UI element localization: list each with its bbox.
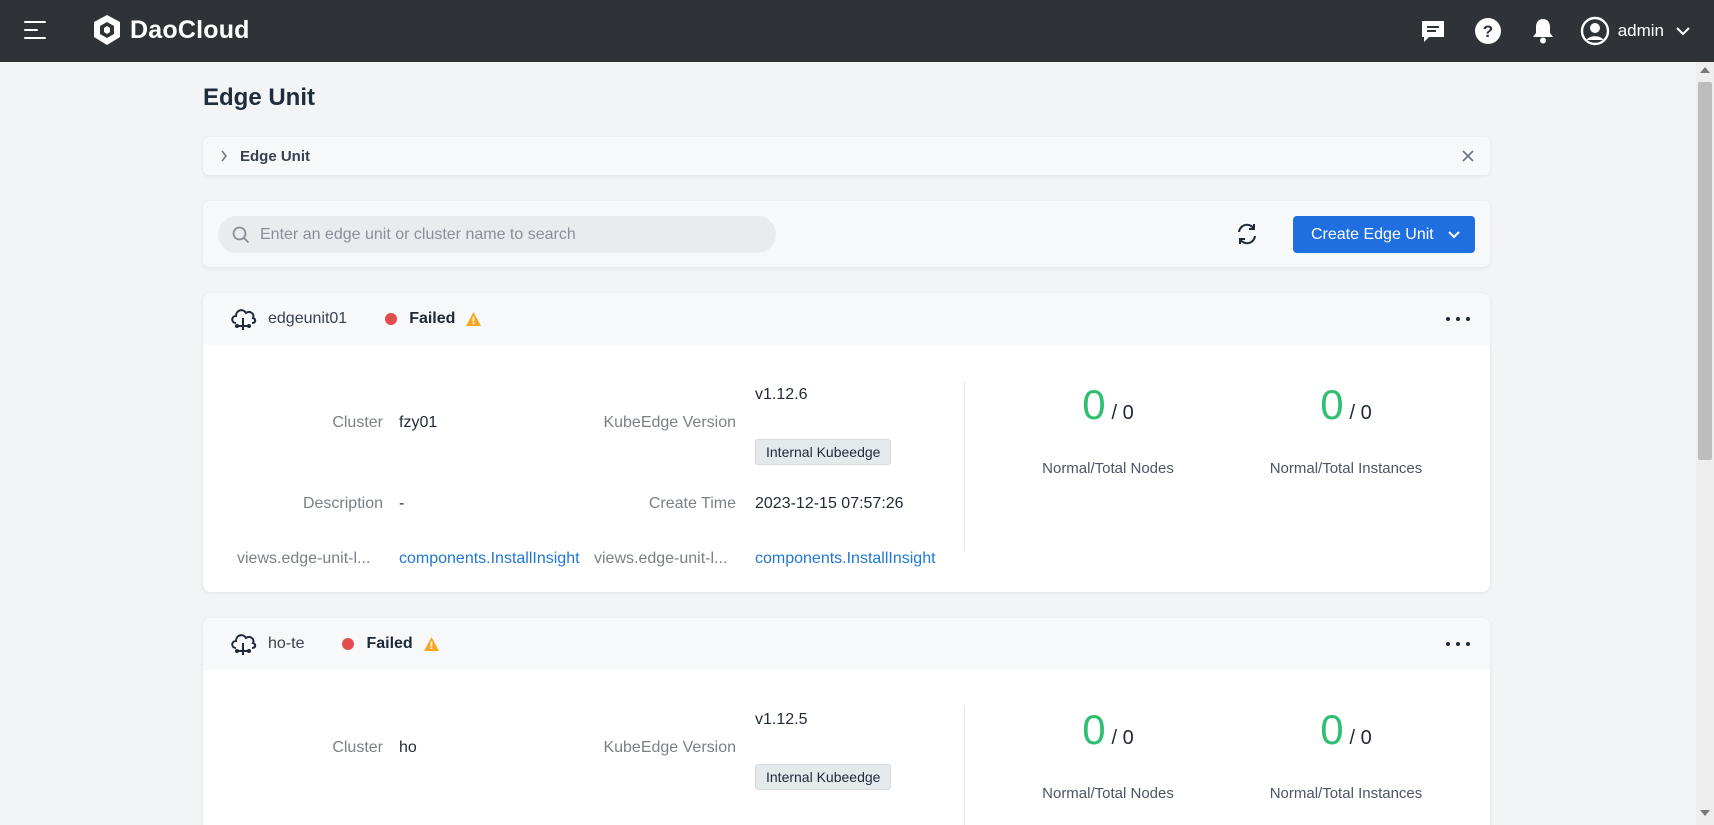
normal-nodes-count: 0 [1082,706,1106,753]
normal-nodes-count: 0 [1082,381,1106,428]
install-insight-link[interactable]: components.InstallInsight [399,550,585,568]
help-icon[interactable]: ? [1473,16,1503,46]
breadcrumb: Edge Unit [203,137,1490,175]
status-badge: Failed [366,635,413,652]
total-instances-count: / 0 [1349,727,1372,749]
cluster-value: fzy01 [399,414,438,431]
message-icon[interactable] [1418,16,1448,46]
user-menu[interactable]: admin [1580,16,1690,46]
instances-metric-label: Normal/Total Instances [1269,460,1423,477]
close-icon[interactable] [1460,148,1476,164]
install-insight-link[interactable]: components.InstallInsight [755,550,941,568]
scroll-down-arrow-icon[interactable] [1700,810,1710,816]
description-label: Description [302,495,383,512]
brand-name: DaoCloud [130,15,250,44]
status-badge: Failed [409,310,456,327]
cluster-label: Cluster [332,414,383,431]
create-time-value: 2023-12-15 07:57:26 [755,495,904,512]
nodes-metric-label: Normal/Total Nodes [1042,785,1174,802]
username: admin [1617,21,1664,40]
more-actions-icon[interactable] [1446,309,1470,329]
instances-metric-label: Normal/Total Instances [1269,785,1423,802]
truncated-field-label: views.edge-unit-l... [237,550,371,567]
refresh-icon[interactable] [1234,221,1260,247]
chevron-down-icon [1448,231,1460,239]
cluster-value: ho [399,739,417,756]
nodes-metric: 0/ 0 [998,381,1218,429]
warning-icon[interactable] [465,311,482,327]
more-actions-icon[interactable] [1446,634,1470,654]
kubeedge-version-label: KubeEdge Version [603,414,736,431]
svg-text:?: ? [1482,22,1492,41]
toolbar: Create Edge Unit [203,201,1490,267]
version-type-tag: Internal Kubeedge [755,439,892,465]
instances-metric: 0/ 0 [1236,706,1456,754]
status-dot [342,638,355,650]
edge-cloud-icon [231,634,257,655]
instances-metric: 0/ 0 [1236,381,1456,429]
notification-bell-icon[interactable] [1528,16,1558,46]
version-type-tag: Internal Kubeedge [755,764,892,790]
daocloud-logo-icon [94,15,120,45]
top-navigation-bar: DaoCloud ? admin [0,0,1714,62]
breadcrumb-label: Edge Unit [240,147,310,165]
normal-instances-count: 0 [1320,381,1344,428]
scroll-up-arrow-icon[interactable] [1700,67,1710,73]
nodes-metric: 0/ 0 [998,706,1218,754]
truncated-field-label: views.edge-unit-l... [594,550,728,567]
menu-toggle-icon[interactable] [24,21,46,41]
status-dot [385,313,398,325]
search-box [218,216,776,253]
divider [964,381,965,551]
avatar-icon [1580,16,1609,46]
create-time-label: Create Time [648,495,736,512]
top-actions: ? admin [1393,0,1690,62]
card-header: edgeunit01 Failed [203,293,1490,345]
card-header: ho-te Failed [203,618,1490,670]
warning-icon[interactable] [423,636,440,652]
total-nodes-count: / 0 [1111,727,1134,749]
edge-unit-card: edgeunit01 Failed Cluster fzy01 KubeEdge… [203,293,1490,592]
kubeedge-version-label: KubeEdge Version [603,739,736,756]
cluster-label: Cluster [332,739,383,756]
kubeedge-version-value: v1.12.5 [755,711,808,728]
edge-unit-name[interactable]: edgeunit01 [268,310,347,328]
normal-instances-count: 0 [1320,706,1344,753]
chevron-down-icon [1676,27,1690,36]
page-title: Edge Unit [203,84,315,111]
description-value: - [399,495,405,512]
create-edge-unit-button[interactable]: Create Edge Unit [1293,216,1475,253]
edge-unit-name[interactable]: ho-te [268,635,304,653]
nodes-metric-label: Normal/Total Nodes [1042,460,1174,477]
total-instances-count: / 0 [1349,402,1372,424]
chevron-right-icon[interactable] [217,149,231,163]
search-input[interactable] [260,225,760,244]
create-edge-unit-label: Create Edge Unit [1311,225,1434,243]
kubeedge-version-value: v1.12.6 [755,386,808,403]
edge-unit-card: ho-te Failed Cluster ho KubeEdge Version… [203,618,1490,825]
search-icon [232,226,250,243]
scrollbar-thumb[interactable] [1698,82,1712,460]
divider [964,706,965,825]
total-nodes-count: / 0 [1111,402,1134,424]
logo[interactable]: DaoCloud [90,13,250,47]
edge-cloud-icon [231,309,257,330]
